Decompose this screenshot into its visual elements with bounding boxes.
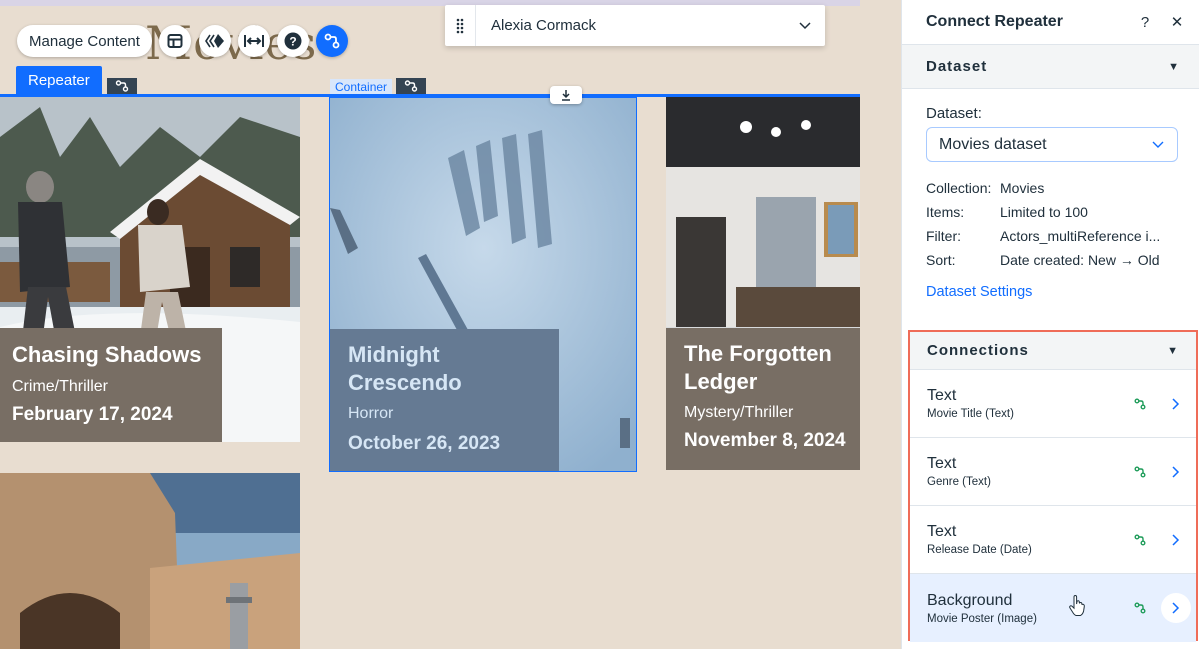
- dataset-sort-row: Sort: Date created: New → Old: [926, 252, 1178, 268]
- divider: [475, 5, 476, 46]
- card-text-overlay: Chasing Shadows Crime/Thriller February …: [0, 328, 222, 442]
- connect-data-icon-button[interactable]: [316, 25, 348, 57]
- connection-field: Movie Title (Text): [927, 408, 1014, 420]
- connect-data-icon: [324, 33, 340, 49]
- stretch-icon-button[interactable]: [238, 25, 270, 57]
- download-icon: [562, 90, 570, 101]
- repeater-item-1[interactable]: Chasing Shadows Crime/Thriller February …: [0, 97, 300, 442]
- chevron-right-icon[interactable]: [1156, 593, 1196, 623]
- layout-icon-button[interactable]: [159, 25, 191, 57]
- dataset-label: Dataset:: [926, 105, 982, 122]
- chevron-right-icon[interactable]: [1156, 397, 1196, 410]
- animation-icon-button[interactable]: [199, 25, 231, 57]
- help-icon[interactable]: ?: [1129, 14, 1161, 31]
- connections-section-title: Connections: [927, 342, 1029, 359]
- connection-row-movie-title[interactable]: Text Movie Title (Text): [910, 370, 1196, 438]
- card-title: The Forgotten Ledger: [684, 341, 832, 394]
- chevron-down-icon: [1139, 141, 1177, 149]
- chevron-right-icon[interactable]: [1156, 465, 1196, 478]
- connections-section-header[interactable]: Connections ▼: [910, 332, 1196, 370]
- repeater-item-3[interactable]: The Forgotten Ledger Mystery/Thriller No…: [666, 97, 860, 470]
- card-date: October 26, 2023: [348, 433, 501, 454]
- card-date: February 17, 2024: [12, 404, 173, 425]
- connect-data-icon: [115, 80, 129, 92]
- connections-section: Connections ▼ Text Movie Title (Text) Te…: [908, 330, 1198, 642]
- card-genre: Horror: [348, 405, 394, 422]
- stretch-icon: [244, 35, 264, 47]
- dataset-collection-row: Collection: Movies: [926, 180, 1178, 196]
- connection-element: Text: [927, 455, 957, 472]
- dataset-section-header[interactable]: Dataset ▼: [902, 45, 1199, 89]
- connected-link-icon: [1124, 466, 1156, 478]
- user-selector[interactable]: Alexia Cormack: [445, 5, 825, 46]
- detail-value: Limited to 100: [1000, 204, 1088, 220]
- user-name: Alexia Cormack: [491, 17, 597, 34]
- detail-value: Actors_multiReference i...: [1000, 228, 1161, 244]
- animation-icon: [205, 34, 224, 48]
- connection-field: Genre (Text): [927, 476, 991, 488]
- connection-element: Text: [927, 387, 957, 404]
- close-icon[interactable]: ✕: [1161, 13, 1193, 31]
- connection-row-release-date[interactable]: Text Release Date (Date): [910, 506, 1196, 574]
- chevron-down-icon[interactable]: [785, 21, 825, 30]
- card-genre: Mystery/Thriller: [684, 404, 794, 421]
- detail-key: Sort:: [926, 252, 956, 268]
- repeater-item-4[interactable]: [0, 473, 300, 649]
- dataset-dropdown[interactable]: Movies dataset: [926, 127, 1178, 162]
- repeater-selection-border: [0, 94, 860, 97]
- poster-image-desert-dwelling: [0, 473, 300, 649]
- drag-handle-icon[interactable]: [445, 18, 475, 34]
- dataset-items-row: Items: Limited to 100: [926, 204, 1178, 220]
- connected-link-icon: [1124, 398, 1156, 410]
- detail-value: Date created: New → Old: [1000, 252, 1160, 268]
- connection-row-background[interactable]: Background Movie Poster (Image): [910, 574, 1196, 642]
- container-connect-tag[interactable]: [396, 78, 426, 94]
- panel-body: Connect Repeater ? ✕ Dataset ▼ Dataset: …: [901, 0, 1199, 649]
- card-text-overlay: Midnight Crescendo Horror October 26, 20…: [330, 329, 559, 471]
- repeater-tag[interactable]: Repeater: [16, 66, 102, 94]
- caret-down-icon: ▼: [1168, 60, 1179, 73]
- connect-repeater-panel: Connect Repeater ? ✕ Dataset ▼ Dataset: …: [860, 0, 1199, 649]
- card-date: November 8, 2024: [684, 430, 846, 451]
- panel-header: Connect Repeater ? ✕: [902, 0, 1199, 45]
- dataset-settings-link[interactable]: Dataset Settings: [926, 284, 1032, 300]
- caret-down-icon: ▼: [1167, 344, 1178, 357]
- panel-title: Connect Repeater: [926, 13, 1063, 30]
- connection-row-genre[interactable]: Text Genre (Text): [910, 438, 1196, 506]
- connected-link-icon: [1124, 534, 1156, 546]
- repeater-item-2[interactable]: Midnight Crescendo Horror October 26, 20…: [329, 97, 637, 472]
- dataset-selected-value: Movies dataset: [939, 135, 1047, 153]
- connection-element: Text: [927, 523, 957, 540]
- container-tag[interactable]: Container: [330, 79, 393, 95]
- connect-data-icon: [404, 80, 418, 92]
- help-icon: ?: [284, 32, 302, 50]
- dataset-filter-row: Filter: Actors_multiReference i...: [926, 228, 1178, 244]
- detail-key: Filter:: [926, 228, 961, 244]
- connection-field: Release Date (Date): [927, 544, 1032, 556]
- card-text-overlay: The Forgotten Ledger Mystery/Thriller No…: [666, 328, 860, 470]
- svg-text:?: ?: [289, 35, 296, 49]
- stretch-down-button[interactable]: [550, 86, 582, 104]
- repeater-connect-tag[interactable]: [107, 78, 137, 94]
- editor-canvas[interactable]: Movies Chasing Shadows Crime/Thriller Fe…: [0, 0, 860, 649]
- detail-key: Items:: [926, 204, 965, 220]
- card-title: Midnight Crescendo: [348, 342, 462, 395]
- detail-key: Collection:: [926, 180, 992, 196]
- help-icon-button[interactable]: ?: [277, 25, 309, 57]
- chevron-right-icon[interactable]: [1156, 533, 1196, 546]
- hand-cursor-icon: [1069, 595, 1085, 616]
- connection-field: Movie Poster (Image): [927, 612, 1037, 625]
- connection-element: Background: [927, 591, 1013, 609]
- connected-link-icon: [1124, 602, 1156, 614]
- card-genre: Crime/Thriller: [12, 378, 108, 395]
- dataset-section-title: Dataset: [926, 58, 988, 75]
- manage-content-button[interactable]: Manage Content: [17, 25, 152, 57]
- detail-value: Movies: [1000, 180, 1045, 196]
- layout-icon: [167, 34, 183, 48]
- card-title: Chasing Shadows: [12, 342, 202, 367]
